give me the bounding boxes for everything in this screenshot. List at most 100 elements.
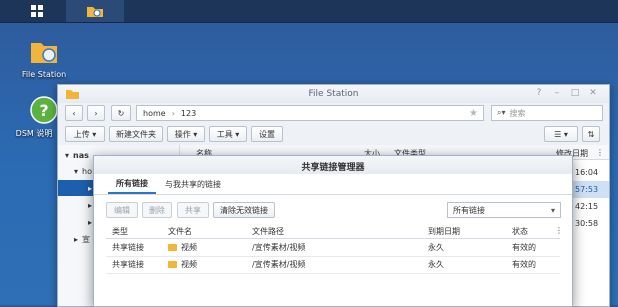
- window-title-bar[interactable]: File Station ? – □ ✕: [58, 85, 609, 104]
- column-type[interactable]: 类型: [112, 226, 128, 237]
- back-button[interactable]: ‹: [65, 105, 83, 121]
- column-expires[interactable]: 到期日期: [428, 226, 460, 237]
- row-filename: 视频: [168, 256, 197, 273]
- chevron-right-icon: ▸: [88, 200, 93, 210]
- navigation-bar: ‹ › ↻ home › 123 ★ ⌕▾ 搜索: [58, 103, 609, 123]
- refresh-button[interactable]: ↻: [111, 105, 131, 121]
- chevron-right-icon: ▸: [88, 217, 93, 227]
- folder-icon: [168, 244, 177, 251]
- sort-icon: ⇅: [587, 129, 595, 139]
- column-menu-icon[interactable]: ⋮: [596, 148, 604, 157]
- path-current[interactable]: 123: [181, 109, 196, 118]
- maximize-button[interactable]: □: [570, 88, 580, 98]
- folder-icon: [87, 7, 103, 17]
- tree-item-label: nas: [73, 150, 89, 160]
- settings-label: 设置: [259, 129, 275, 139]
- modified-time: 16:04: [575, 168, 599, 177]
- row-type: 共享链接: [112, 243, 144, 252]
- help-button[interactable]: ?: [534, 88, 544, 98]
- settings-button[interactable]: 设置: [251, 126, 283, 142]
- close-button[interactable]: ✕: [588, 88, 598, 98]
- list-icon: ☰ ▾: [554, 129, 568, 139]
- taskbar-file-station-button[interactable]: [66, 0, 124, 22]
- table-row[interactable]: 共享链接 视频 /宣传素材/视频 永久 有效的: [106, 256, 560, 274]
- row-path: /宣传素材/视频: [252, 260, 306, 269]
- help-icon: ?: [30, 96, 58, 124]
- tools-button[interactable]: 工具 ▾: [209, 126, 247, 142]
- star-icon[interactable]: ★: [469, 108, 478, 119]
- chevron-left-icon: ‹: [72, 108, 76, 118]
- row-expires: 永久: [428, 243, 444, 252]
- action-button[interactable]: 操作 ▾: [167, 126, 205, 142]
- view-mode-button[interactable]: ☰ ▾: [544, 126, 578, 142]
- minimize-button[interactable]: –: [552, 88, 562, 98]
- modified-time: 57:53: [575, 185, 599, 194]
- link-filter-select[interactable]: 所有链接 ▾: [447, 202, 561, 218]
- taskbar: [0, 0, 618, 23]
- search-input[interactable]: ⌕▾ 搜索: [491, 105, 603, 121]
- grid-icon: [31, 5, 43, 17]
- desktop-icon-label: File Station: [21, 70, 67, 79]
- clear-invalid-label: 清除无效链接: [220, 205, 268, 215]
- chevron-down-icon: ▾: [550, 205, 555, 215]
- action-toolbar: 上传 ▾ 新建文件夹 操作 ▾ 工具 ▾ 设置 ☰ ▾ ⇅: [58, 123, 609, 146]
- column-path[interactable]: 文件路径: [252, 226, 284, 237]
- dialog-tabs: 所有链接 与我共享的链接: [94, 174, 572, 195]
- search-icon: ⌕▾: [497, 108, 506, 117]
- row-path: /宣传素材/视频: [252, 243, 306, 252]
- row-type: 共享链接: [112, 260, 144, 269]
- dialog-title: 共享链接管理器: [301, 163, 365, 173]
- column-status[interactable]: 状态: [512, 226, 528, 237]
- tab-label: 与我共享的链接: [165, 179, 221, 189]
- table-row[interactable]: 共享链接 视频 /宣传素材/视频 永久 有效的: [106, 239, 560, 257]
- share-label: 共享: [185, 205, 201, 215]
- delete-label: 删除: [149, 205, 165, 215]
- window-title: File Station: [308, 89, 359, 99]
- folder-icon: [168, 261, 177, 268]
- filename-text: 视频: [181, 243, 197, 252]
- new-folder-label: 新建文件夹: [116, 129, 156, 139]
- clear-invalid-links-button[interactable]: 清除无效链接: [213, 202, 275, 218]
- tree-item-label: 宣: [82, 234, 91, 244]
- action-label: 操作: [174, 129, 191, 139]
- tab-all-links[interactable]: 所有链接: [108, 174, 156, 194]
- modified-time: 30:58: [575, 219, 599, 228]
- new-folder-button[interactable]: 新建文件夹: [109, 126, 163, 142]
- desktop-icon-label: DSM 说明: [15, 129, 53, 138]
- desktop-icon-file-station[interactable]: File Station: [14, 38, 74, 79]
- path-bar[interactable]: home › 123 ★: [136, 105, 484, 121]
- tools-label: 工具: [216, 129, 233, 139]
- chevron-right-icon: ▸: [74, 234, 79, 244]
- tab-label: 所有链接: [116, 178, 148, 188]
- dialog-title-bar[interactable]: 共享链接管理器: [94, 156, 572, 175]
- forward-button[interactable]: ›: [87, 105, 105, 121]
- share-button[interactable]: 共享: [177, 202, 209, 218]
- upload-button[interactable]: 上传 ▾: [65, 126, 105, 142]
- tree-item-label: ho: [82, 166, 92, 176]
- row-filename: 视频: [168, 239, 197, 256]
- chevron-down-icon: ▾: [74, 166, 79, 176]
- row-expires: 永久: [428, 260, 444, 269]
- svg-text:?: ?: [39, 101, 48, 120]
- modified-time: 42:15: [575, 202, 599, 211]
- filename-text: 视频: [181, 260, 197, 269]
- filter-value: 所有链接: [453, 205, 485, 215]
- column-menu-icon[interactable]: ⋮: [555, 226, 563, 235]
- main-menu-button[interactable]: [8, 0, 66, 22]
- path-root[interactable]: home: [143, 109, 166, 118]
- edit-button[interactable]: 编辑: [106, 202, 138, 218]
- refresh-icon: ↻: [117, 108, 125, 118]
- edit-label: 编辑: [114, 205, 130, 215]
- tab-shared-with-me[interactable]: 与我共享的链接: [157, 174, 229, 194]
- upload-label: 上传: [73, 129, 90, 139]
- path-separator-icon: ›: [171, 108, 175, 118]
- folder-icon: [31, 43, 57, 63]
- chevron-right-icon: ▸: [88, 183, 93, 193]
- delete-button[interactable]: 删除: [142, 202, 172, 218]
- share-link-manager-dialog: 共享链接管理器 所有链接 与我共享的链接 编辑 删除 共享 清除无效链接 所有链…: [93, 155, 573, 307]
- row-status: 有效的: [512, 243, 536, 252]
- link-table-header: 类型 文件名 文件路径 到期日期 状态 ⋮: [106, 222, 563, 239]
- column-filename[interactable]: 文件名: [168, 226, 192, 237]
- sort-button[interactable]: ⇅: [582, 126, 600, 142]
- search-placeholder: 搜索: [509, 108, 526, 118]
